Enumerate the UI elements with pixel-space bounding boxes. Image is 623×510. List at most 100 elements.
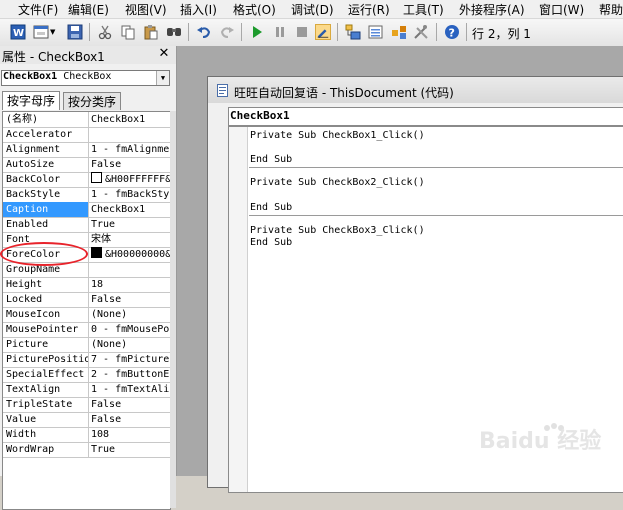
menu-file[interactable]: 文件(F)	[18, 1, 58, 18]
property-name[interactable]: BackColor	[3, 172, 89, 187]
property-name[interactable]: MouseIcon	[3, 307, 89, 322]
break-icon[interactable]	[272, 24, 288, 40]
property-grid-scrollbar[interactable]	[170, 111, 176, 508]
property-value[interactable]: True	[91, 217, 170, 232]
design-mode-icon[interactable]	[315, 24, 331, 40]
menu-run[interactable]: 运行(R)	[348, 1, 390, 18]
properties-window-icon[interactable]	[368, 24, 384, 40]
property-row[interactable]: BackStyle 1 - fmBackSty	[3, 187, 170, 203]
property-row[interactable]: Picture (None)	[3, 337, 170, 353]
property-row[interactable]: MousePointer 0 - fmMousePo	[3, 322, 170, 338]
property-name[interactable]: PicturePosition	[3, 352, 89, 367]
word-icon[interactable]: W	[10, 24, 26, 40]
property-row[interactable]: ForeColor &H00000000&	[3, 247, 170, 263]
menu-help[interactable]: 帮助	[599, 1, 623, 18]
menu-window[interactable]: 窗口(W)	[539, 1, 584, 18]
menu-addins[interactable]: 外接程序(A)	[459, 1, 525, 18]
undo-icon[interactable]	[196, 24, 212, 40]
run-icon[interactable]	[249, 24, 265, 40]
help-icon[interactable]: ?	[444, 24, 460, 40]
menu-edit[interactable]: 编辑(E)	[68, 1, 109, 18]
property-value[interactable]	[91, 262, 170, 277]
property-value[interactable]: 2 - fmButtonE	[91, 367, 170, 382]
property-value[interactable]: (None)	[91, 337, 170, 352]
paste-icon[interactable]	[143, 24, 159, 40]
chevron-down-icon[interactable]: ▼	[156, 71, 169, 85]
property-name[interactable]: SpecialEffect	[3, 367, 89, 382]
toolbox-icon[interactable]	[413, 24, 429, 40]
property-name[interactable]: GroupName	[3, 262, 89, 277]
code-line[interactable]: Private Sub CheckBox3_Click()	[250, 225, 425, 236]
property-value[interactable]: 1 - fmTextAli	[91, 382, 170, 397]
property-name[interactable]: Accelerator	[3, 127, 89, 142]
code-line[interactable]: Private Sub CheckBox2_Click()	[250, 177, 425, 188]
property-name[interactable]: TextAlign	[3, 382, 89, 397]
property-row[interactable]: SpecialEffect 2 - fmButtonE	[3, 367, 170, 383]
property-value[interactable]: False	[91, 157, 170, 172]
object-browser-icon[interactable]	[391, 24, 407, 40]
property-value[interactable]: 18	[91, 277, 170, 292]
save-icon[interactable]	[67, 24, 83, 40]
property-name[interactable]: Enabled	[3, 217, 89, 232]
property-name[interactable]: BackStyle	[3, 187, 89, 202]
property-row[interactable]: Height 18	[3, 277, 170, 293]
property-row[interactable]: Enabled True	[3, 217, 170, 233]
reset-icon[interactable]	[294, 24, 310, 40]
property-name[interactable]: Width	[3, 427, 89, 442]
property-name[interactable]: Value	[3, 412, 89, 427]
property-value[interactable]: &H00FFFFFF&	[91, 172, 170, 187]
property-value[interactable]: False	[91, 397, 170, 412]
property-row[interactable]: Font 宋体	[3, 232, 170, 248]
property-name[interactable]: TripleState	[3, 397, 89, 412]
code-object-dropdown[interactable]: CheckBox1	[228, 107, 623, 126]
property-row[interactable]: Caption CheckBox1	[3, 202, 170, 218]
property-name[interactable]: Picture	[3, 337, 89, 352]
code-line[interactable]: End Sub	[250, 237, 292, 248]
menu-insert[interactable]: 插入(I)	[180, 1, 217, 18]
object-selector[interactable]: CheckBox1 CheckBox ▼	[1, 70, 170, 86]
property-name[interactable]: ForeColor	[3, 247, 89, 262]
property-name[interactable]: Locked	[3, 292, 89, 307]
code-line[interactable]: End Sub	[250, 154, 292, 165]
property-value[interactable]: 宋体	[91, 232, 170, 247]
close-icon[interactable]: ✕	[157, 47, 171, 61]
cut-icon[interactable]	[97, 24, 113, 40]
property-value[interactable]: False	[91, 292, 170, 307]
menu-view[interactable]: 视图(V)	[125, 1, 167, 18]
tab-alphabetic[interactable]: 按字母序	[2, 91, 61, 110]
property-value[interactable]: False	[91, 412, 170, 427]
property-value[interactable]: 7 - fmPicture	[91, 352, 170, 367]
menu-tools[interactable]: 工具(T)	[403, 1, 444, 18]
property-name[interactable]: Height	[3, 277, 89, 292]
code-line[interactable]: End Sub	[250, 202, 292, 213]
property-row[interactable]: MouseIcon (None)	[3, 307, 170, 323]
property-row[interactable]: Alignment 1 - fmAlignme	[3, 142, 170, 158]
property-row[interactable]: TextAlign 1 - fmTextAli	[3, 382, 170, 398]
property-value[interactable]: True	[91, 442, 170, 457]
project-explorer-icon[interactable]	[345, 24, 361, 40]
property-row[interactable]: WordWrap True	[3, 442, 170, 458]
property-value[interactable]: (None)	[91, 307, 170, 322]
property-value[interactable]: 0 - fmMousePo	[91, 322, 170, 337]
property-row[interactable]: TripleState False	[3, 397, 170, 413]
property-name[interactable]: WordWrap	[3, 442, 89, 457]
property-row[interactable]: Accelerator	[3, 127, 170, 143]
property-row[interactable]: Value False	[3, 412, 170, 428]
property-row[interactable]: Locked False	[3, 292, 170, 308]
property-row[interactable]: AutoSize False	[3, 157, 170, 173]
menu-debug[interactable]: 调试(D)	[291, 1, 334, 18]
property-value[interactable]: 1 - fmAlignme	[91, 142, 170, 157]
property-value[interactable]	[91, 127, 170, 142]
property-value[interactable]: &H00000000&	[91, 247, 170, 262]
property-row[interactable]: PicturePosition 7 - fmPicture	[3, 352, 170, 368]
property-row[interactable]: Width 108	[3, 427, 170, 443]
redo-icon[interactable]	[219, 24, 235, 40]
menu-format[interactable]: 格式(O)	[233, 1, 276, 18]
property-row[interactable]: BackColor &H00FFFFFF&	[3, 172, 170, 188]
property-value[interactable]: CheckBox1	[91, 202, 170, 217]
property-value[interactable]: CheckBox1	[91, 112, 170, 127]
property-name[interactable]: MousePointer	[3, 322, 89, 337]
property-name[interactable]: AutoSize	[3, 157, 89, 172]
property-name[interactable]: Alignment	[3, 142, 89, 157]
dropdown-arrow-icon[interactable]: ▼	[50, 24, 58, 40]
